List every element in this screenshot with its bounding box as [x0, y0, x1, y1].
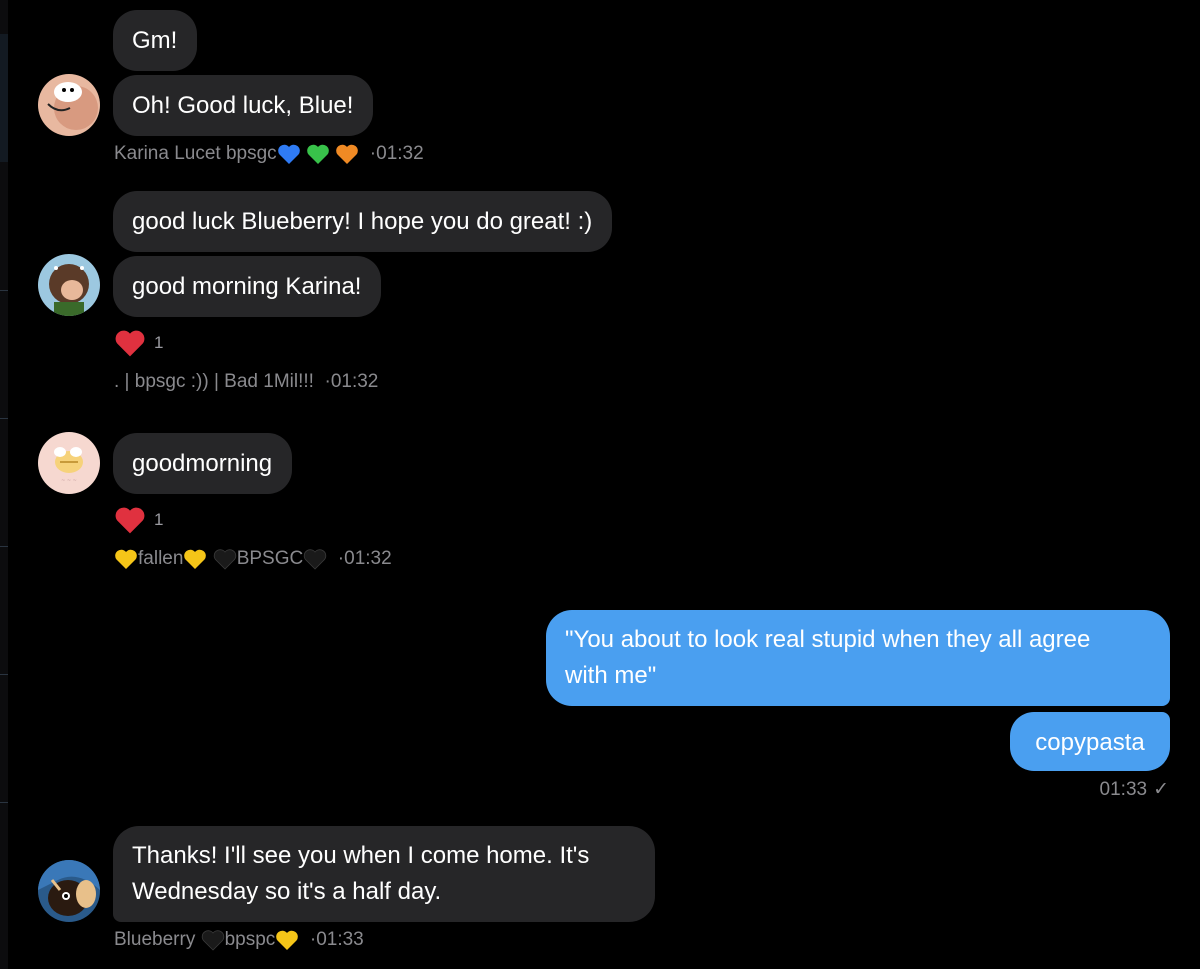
sender-name-part: bpspc — [224, 929, 276, 950]
red-heart-icon — [114, 505, 146, 535]
message-meta: fallen BPSGC ·01:32 — [114, 547, 392, 571]
message-text-line: "You about to look real stupid when they… — [565, 626, 1091, 653]
sent-check-icon: ✓ — [1153, 779, 1169, 800]
side-panel-divider — [0, 674, 8, 675]
black-heart-icon — [303, 548, 327, 570]
message-text: copypasta — [1035, 729, 1145, 756]
message-bubble[interactable]: good luck Blueberry! I hope you do great… — [113, 191, 613, 252]
message-text: good morning Karina! — [132, 273, 362, 300]
message-bubble[interactable]: goodmorning — [113, 433, 293, 494]
avatar-image-icon — [38, 74, 100, 136]
message-bubble[interactable]: Thanks! I'll see you when I come home. I… — [113, 826, 655, 922]
timestamp: 01:33 — [316, 929, 364, 950]
avatar[interactable] — [38, 254, 100, 316]
side-panel-selected-row — [0, 34, 8, 162]
blue-heart-icon — [277, 143, 301, 164]
svg-text:~ ~ ~: ~ ~ ~ — [61, 478, 77, 484]
message-text: goodmorning — [132, 450, 273, 477]
message-text-line: Thanks! I'll see you when I come home. I… — [132, 842, 590, 869]
side-panel-divider — [0, 802, 8, 803]
message-text-line: Wednesday so it's a half day. — [132, 878, 442, 905]
sender-name-part: Blueberry — [114, 929, 196, 950]
avatar-image-icon: ~ ~ ~ — [38, 432, 100, 494]
side-panel-divider — [0, 418, 8, 419]
green-heart-icon — [306, 143, 330, 164]
message-text-line: with me" — [565, 662, 657, 689]
reaction-count: 1 — [154, 333, 164, 352]
message-bubble[interactable]: good morning Karina! — [113, 256, 382, 317]
avatar[interactable] — [38, 74, 100, 136]
message-text: Gm! — [132, 27, 178, 54]
reaction-chip[interactable]: 1 — [114, 505, 163, 535]
yellow-heart-icon — [114, 548, 138, 569]
message-meta: . | bpsgc :)) | Bad 1Mil!!! ·01:32 — [114, 370, 378, 394]
orange-heart-icon — [335, 143, 359, 164]
message-meta: 01:33 ✓ — [1100, 778, 1169, 802]
message-meta: Karina Lucet bpsgc ·01:32 — [114, 142, 424, 166]
avatar-image-icon — [38, 254, 100, 316]
yellow-heart-icon — [183, 548, 207, 569]
reaction-chip[interactable]: 1 — [114, 328, 163, 358]
side-panel-divider — [0, 290, 8, 291]
black-heart-icon — [213, 548, 237, 570]
avatar[interactable] — [38, 860, 100, 922]
sender-name: Karina Lucet bpsgc — [114, 143, 277, 164]
timestamp: 01:32 — [376, 143, 424, 164]
message-text: good luck Blueberry! I hope you do great… — [132, 208, 593, 235]
black-heart-icon — [201, 929, 225, 951]
timestamp: 01:32 — [344, 548, 392, 569]
reaction-count: 1 — [154, 510, 164, 529]
red-heart-icon — [114, 328, 146, 358]
side-panel-divider — [0, 546, 8, 547]
chat-view: Gm! Oh! Good luck, Blue! Karina Lucet bp… — [0, 0, 1200, 969]
message-text: Oh! Good luck, Blue! — [132, 92, 354, 119]
message-bubble[interactable]: Oh! Good luck, Blue! — [113, 75, 374, 136]
sender-name-part: BPSGC — [236, 548, 304, 569]
message-meta: Blueberry bpspc ·01:33 — [114, 928, 364, 952]
avatar[interactable]: ~ ~ ~ — [38, 432, 100, 494]
message-bubble[interactable]: Gm! — [113, 10, 198, 71]
sender-name: . | bpsgc :)) | Bad 1Mil!!! — [114, 371, 314, 392]
timestamp: 01:32 — [330, 371, 379, 392]
yellow-heart-icon — [275, 929, 299, 950]
outgoing-message-bubble[interactable]: "You about to look real stupid when they… — [546, 610, 1170, 706]
sender-name-part: fallen — [138, 548, 184, 569]
timestamp: 01:33 — [1099, 779, 1148, 800]
outgoing-message-bubble[interactable]: copypasta — [1010, 712, 1170, 771]
avatar-image-icon — [38, 860, 100, 922]
